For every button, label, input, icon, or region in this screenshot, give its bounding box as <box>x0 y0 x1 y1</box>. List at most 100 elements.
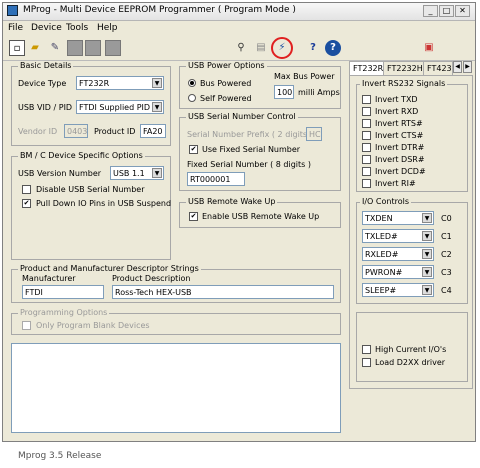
invert-dsr-checkbox[interactable] <box>362 155 371 164</box>
only-blank-label: Only Program Blank Devices <box>36 321 150 330</box>
menu-bar: File Device Tools Help <box>3 21 475 35</box>
chevron-down-icon: ▼ <box>422 285 432 295</box>
program-icon[interactable] <box>85 40 101 56</box>
erase-icon[interactable] <box>105 40 121 56</box>
serial-control-title: USB Serial Number Control <box>186 112 298 121</box>
bus-powered-radio[interactable] <box>188 79 196 87</box>
bm-options-group: BM / C Device Specific Options USB Versi… <box>11 151 171 260</box>
invert-rts-checkbox[interactable] <box>362 119 371 128</box>
chevron-down-icon: ▼ <box>152 168 162 178</box>
descriptor-title: Product and Manufacturer Descriptor Stri… <box>18 264 201 273</box>
save-icon[interactable] <box>67 40 83 56</box>
use-fixed-serial-label: Use Fixed Serial Number <box>202 145 301 154</box>
max-power-field[interactable]: 100 <box>274 85 294 99</box>
self-powered-label: Self Powered <box>200 94 252 103</box>
menu-device[interactable]: Device <box>31 23 62 33</box>
invert-rts-label: Invert RTS# <box>375 119 423 128</box>
invert-rxd-checkbox[interactable] <box>362 107 371 116</box>
chevron-down-icon: ▼ <box>422 267 432 277</box>
tab-scroll-right-icon[interactable]: ▶ <box>463 61 472 73</box>
app-icon <box>7 5 18 16</box>
chevron-down-icon: ▼ <box>422 231 432 241</box>
invert-ri-label: Invert RI# <box>375 179 416 188</box>
io-c2-label: C2 <box>441 250 452 259</box>
tab-ft232r[interactable]: FT232R <box>349 61 388 75</box>
device-type-select[interactable]: FT232R ▼ <box>76 76 164 90</box>
invert-rxd-label: Invert RXD <box>375 107 419 116</box>
product-description-label: Product Description <box>112 274 191 283</box>
tab-scroll-left-icon[interactable]: ◀ <box>453 61 462 73</box>
io-c4-select[interactable]: SLEEP# ▼ <box>362 283 434 297</box>
remote-wake-checkbox[interactable]: ✔ <box>189 212 198 221</box>
new-icon[interactable]: ▫ <box>9 40 25 56</box>
io-c2-select[interactable]: RXLED# ▼ <box>362 247 434 261</box>
window-title: MProg - Multi Device EEPROM Programmer (… <box>23 5 296 15</box>
chevron-down-icon: ▼ <box>152 78 162 88</box>
fixed-serial-label: Fixed Serial Number ( 8 digits ) <box>187 160 311 169</box>
io-c0-select[interactable]: TXDEN ▼ <box>362 211 434 225</box>
tab-ft423[interactable]: FT423 <box>423 61 453 75</box>
vidpid-select[interactable]: FTDI Supplied PID ▼ <box>76 100 164 114</box>
use-fixed-serial-checkbox[interactable]: ✔ <box>189 145 198 154</box>
chevron-down-icon: ▼ <box>422 249 432 259</box>
high-current-checkbox[interactable] <box>362 345 371 354</box>
pull-down-checkbox[interactable]: ✔ <box>22 199 31 208</box>
program-device-icon[interactable]: ⚡ <box>274 40 290 56</box>
maximize-button[interactable]: □ <box>439 5 454 17</box>
power-options-title: USB Power Options <box>186 61 267 70</box>
load-d2xx-label: Load D2XX driver <box>375 358 446 367</box>
load-d2xx-checkbox[interactable] <box>362 358 371 367</box>
read-device-icon[interactable]: ▤ <box>253 40 269 56</box>
invert-ri-checkbox[interactable] <box>362 179 371 188</box>
invert-dsr-label: Invert DSR# <box>375 155 425 164</box>
io-c1-select[interactable]: TXLED# ▼ <box>362 229 434 243</box>
fixed-serial-field[interactable]: RT000001 <box>187 172 245 186</box>
close-button[interactable]: ✕ <box>455 5 470 17</box>
self-powered-radio[interactable] <box>188 94 196 102</box>
invert-dtr-checkbox[interactable] <box>362 143 371 152</box>
invert-dcd-checkbox[interactable] <box>362 167 371 176</box>
exit-icon[interactable]: ▣ <box>421 40 437 56</box>
bm-options-title: BM / C Device Specific Options <box>18 151 145 160</box>
edit-icon[interactable]: ✎ <box>47 40 63 56</box>
invert-signals-title: Invert RS232 Signals <box>360 79 448 88</box>
product-id-field[interactable]: FA20 <box>140 124 166 138</box>
power-options-group: USB Power Options Bus Powered Self Power… <box>179 61 341 109</box>
title-bar: MProg - Multi Device EEPROM Programmer (… <box>3 3 475 21</box>
toolbar: ▫ ▰ ✎ ⚲ ▤ ⚡ ? ? ▣ <box>3 36 475 61</box>
bus-powered-label: Bus Powered <box>200 79 252 88</box>
menu-help[interactable]: Help <box>97 23 118 33</box>
manufacturer-label: Manufacturer <box>22 274 76 283</box>
product-description-field[interactable]: Ross-Tech HEX-USB <box>112 285 334 299</box>
vendor-id-field[interactable]: 0403 <box>64 124 88 138</box>
invert-cts-checkbox[interactable] <box>362 131 371 140</box>
help-icon[interactable]: ? <box>305 40 321 56</box>
output-log[interactable] <box>11 343 341 433</box>
remote-wake-group: USB Remote Wake Up ✔ Enable USB Remote W… <box>179 197 341 228</box>
about-icon[interactable]: ? <box>325 40 341 56</box>
serial-prefix-label: Serial Number Prefix ( 2 digits ) <box>187 130 313 139</box>
remote-wake-title: USB Remote Wake Up <box>186 197 278 206</box>
minimize-button[interactable]: _ <box>423 5 438 17</box>
invert-txd-label: Invert TXD <box>375 95 418 104</box>
usb-version-select[interactable]: USB 1.1 ▼ <box>110 166 164 180</box>
basic-details-group: Basic Details Device Type FT232R ▼ USB VI… <box>11 61 171 146</box>
manufacturer-field[interactable]: FTDI <box>22 285 104 299</box>
search-icon[interactable]: ⚲ <box>233 40 249 56</box>
only-blank-checkbox[interactable] <box>22 321 31 330</box>
serial-prefix-field[interactable]: HC <box>306 127 322 141</box>
tab-ft2232h[interactable]: FT2232H <box>383 61 427 75</box>
io-c3-select[interactable]: PWRON# ▼ <box>362 265 434 279</box>
invert-dtr-label: Invert DTR# <box>375 143 425 152</box>
chevron-down-icon: ▼ <box>422 213 432 223</box>
menu-file[interactable]: File <box>8 23 23 33</box>
product-id-label: Product ID <box>94 127 136 136</box>
invert-txd-checkbox[interactable] <box>362 95 371 104</box>
open-folder-icon[interactable]: ▰ <box>27 40 43 56</box>
max-power-unit: milli Amps <box>298 88 340 97</box>
menu-tools[interactable]: Tools <box>66 23 88 33</box>
disable-serial-checkbox[interactable] <box>22 185 31 194</box>
vidpid-label: USB VID / PID <box>18 103 73 112</box>
io-c3-label: C3 <box>441 268 452 277</box>
programming-options-group: Programming Options Only Program Blank D… <box>11 308 341 335</box>
